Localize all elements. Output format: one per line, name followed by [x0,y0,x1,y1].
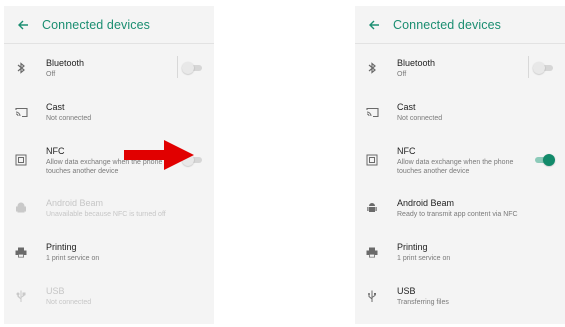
page-title: Connected devices [393,17,502,32]
page-title: Connected devices [42,17,151,32]
bluetooth-icon [357,62,387,74]
cast-status: Not connected [46,115,92,122]
bluetooth-toggle[interactable] [533,62,555,74]
nfc-icon [357,154,387,166]
cast-icon [6,107,36,118]
settings-screen-right: Connected devices Bluetooth Off Cast Not… [355,6,565,324]
back-button[interactable] [4,19,42,31]
back-button[interactable] [355,19,393,31]
android-beam-status: Unavailable because NFC is turned off [46,211,166,218]
nfc-row[interactable]: NFC Allow data exchange when the phone t… [355,134,565,186]
bluetooth-toggle[interactable] [182,62,204,74]
nfc-toggle[interactable] [533,154,555,166]
usb-icon [357,290,387,303]
usb-row[interactable]: USB Transferring files [355,274,565,318]
bluetooth-icon [6,62,36,74]
usb-row: USB Not connected [4,274,214,318]
android-beam-label: Android Beam [46,198,104,208]
android-beam-row: Android Beam Unavailable because NFC is … [4,186,214,230]
divider [528,56,529,78]
nfc-icon [6,154,36,166]
back-arrow-icon [18,20,28,29]
printing-status: 1 print service on [397,255,451,262]
android-beam-row[interactable]: Android Beam Ready to transmit app conte… [355,186,565,230]
back-arrow-icon [369,20,379,29]
bluetooth-row[interactable]: Bluetooth Off [4,46,214,90]
cast-row[interactable]: Cast Not connected [355,90,565,134]
cast-icon [357,107,387,118]
bluetooth-row[interactable]: Bluetooth Off [355,46,565,90]
app-bar: Connected devices [4,6,214,44]
usb-icon [6,290,36,303]
cast-status: Not connected [397,115,443,122]
nfc-description: Allow data exchange when the phone touch… [397,158,514,175]
printing-label: Printing [46,242,77,252]
android-icon [357,202,387,214]
android-icon [6,202,36,214]
cast-row[interactable]: Cast Not connected [4,90,214,134]
red-arrow-annotation [124,140,194,170]
cast-label: Cast [397,102,416,112]
usb-status: Transferring files [397,299,449,306]
usb-status: Not connected [46,299,92,306]
printing-status: 1 print service on [46,255,100,262]
printer-icon [6,247,36,258]
printing-label: Printing [397,242,428,252]
usb-label: USB [46,286,65,296]
app-bar: Connected devices [355,6,565,44]
screenshot-comparison: Connected devices Bluetooth Off Cast Not… [0,0,565,327]
printer-icon [357,247,387,258]
android-beam-status: Ready to transmit app content via NFC [397,211,518,218]
android-beam-label: Android Beam [397,198,455,208]
divider [177,56,178,78]
cast-label: Cast [46,102,65,112]
printing-row[interactable]: Printing 1 print service on [355,230,565,274]
printing-row[interactable]: Printing 1 print service on [4,230,214,274]
usb-label: USB [397,286,416,296]
